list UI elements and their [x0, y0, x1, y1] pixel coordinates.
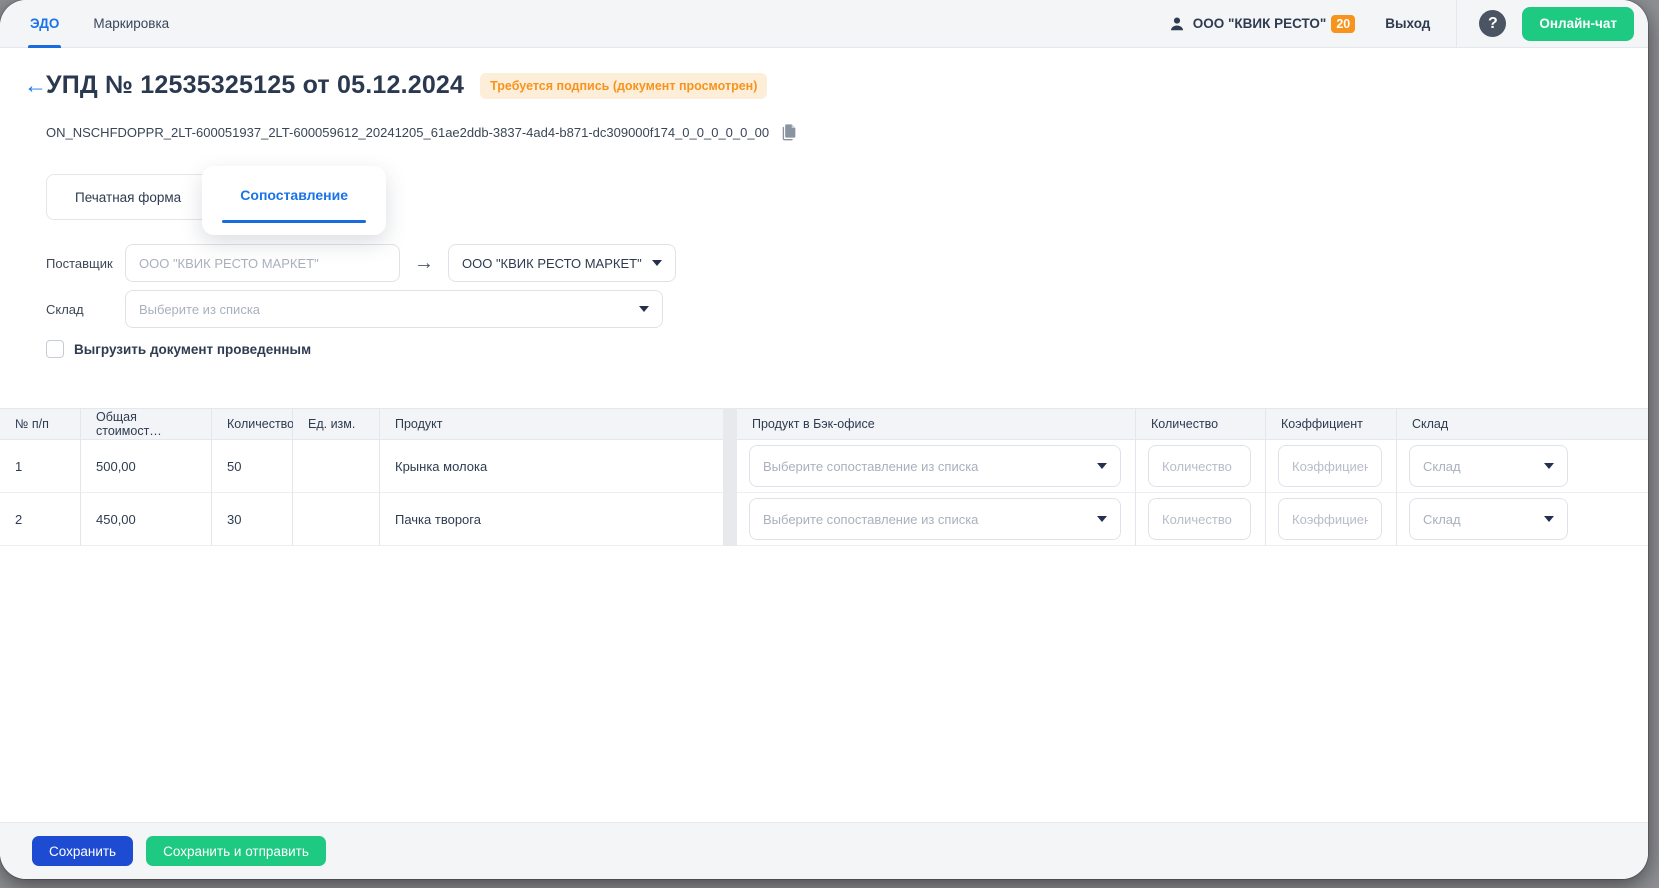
chevron-down-icon — [1544, 463, 1554, 469]
row-qty-cell — [1136, 493, 1266, 546]
save-button[interactable]: Сохранить — [32, 836, 133, 866]
app-window: ЭДО Маркировка ООО "КВИК РЕСТО" 20 Выход… — [0, 0, 1648, 879]
row-total: 500,00 — [81, 440, 212, 493]
col-header-warehouse: Склад — [1397, 408, 1648, 440]
coefficient-input[interactable] — [1278, 445, 1382, 487]
online-chat-button[interactable]: Онлайн-чат — [1522, 7, 1634, 41]
save-and-send-button[interactable]: Сохранить и отправить — [146, 836, 326, 866]
help-icon[interactable]: ? — [1479, 10, 1506, 37]
row-num: 1 — [0, 440, 81, 493]
logout-button[interactable]: Выход — [1385, 16, 1430, 31]
mapping-form: Поставщик ООО "КВИК РЕСТО МАРКЕТ" → ООО … — [46, 244, 1648, 328]
col-header-backoffice-product: Продукт в Бэк-офисе — [737, 408, 1136, 440]
col-header-coefficient: Коэффициент — [1266, 408, 1397, 440]
warehouse-row: Склад Выберите из списка — [46, 290, 1648, 328]
row-qty: 50 — [212, 440, 293, 493]
col-header-qty: Количество — [212, 408, 293, 440]
col-header-unit: Ед. изм. — [293, 408, 380, 440]
topbar-right: ООО "КВИК РЕСТО" 20 Выход ? Онлайн-чат — [1168, 0, 1634, 48]
nav-tab-edo[interactable]: ЭДО — [30, 0, 59, 48]
row-coef-cell — [1266, 493, 1397, 546]
quantity-input[interactable] — [1148, 445, 1251, 487]
col-header-backoffice-qty: Количество — [1136, 408, 1266, 440]
row-total: 450,00 — [81, 493, 212, 546]
row-num: 2 — [0, 493, 81, 546]
row-qty-cell — [1136, 440, 1266, 493]
chevron-down-icon — [652, 260, 662, 266]
table-gap — [723, 440, 737, 493]
row-unit — [293, 493, 380, 546]
warehouse-row-placeholder: Склад — [1423, 459, 1461, 474]
row-mapping-cell: Выберите сопоставление из списка — [737, 440, 1136, 493]
chevron-down-icon — [1097, 516, 1107, 522]
supplier-input[interactable]: ООО "КВИК РЕСТО МАРКЕТ" — [125, 244, 400, 282]
back-arrow-icon[interactable]: ← — [24, 74, 46, 97]
chevron-down-icon — [1097, 463, 1107, 469]
row-unit — [293, 440, 380, 493]
warehouse-row-select[interactable]: Склад — [1409, 498, 1568, 540]
tab-mapping[interactable]: Сопоставление — [202, 166, 386, 235]
col-header-product: Продукт — [380, 408, 723, 440]
warehouse-select[interactable]: Выберите из списка — [125, 290, 663, 328]
warehouse-row-select[interactable]: Склад — [1409, 445, 1568, 487]
table-gap — [723, 408, 737, 440]
mapping-placeholder: Выберите сопоставление из списка — [763, 512, 978, 527]
product-mapping-select[interactable]: Выберите сопоставление из списка — [749, 445, 1121, 487]
warehouse-row-placeholder: Склад — [1423, 512, 1461, 527]
supplier-source-value: ООО "КВИК РЕСТО МАРКЕТ" — [139, 256, 319, 271]
col-header-num: № п/п — [0, 408, 81, 440]
nav-tab-markirovka[interactable]: Маркировка — [93, 0, 169, 48]
posted-checkbox-label: Выгрузить документ проведенным — [74, 342, 311, 357]
posted-checkbox[interactable] — [46, 340, 64, 358]
status-badge: Требуется подпись (документ просмотрен) — [480, 73, 767, 99]
row-coef-cell — [1266, 440, 1397, 493]
mapping-placeholder: Выберите сопоставление из списка — [763, 459, 978, 474]
warehouse-label: Склад — [46, 302, 125, 317]
document-id: ON_NSCHFDOPPR_2LT-600051937_2LT-60005961… — [46, 125, 769, 140]
mapping-arrow-icon: → — [414, 252, 434, 275]
row-warehouse-cell: Склад — [1397, 493, 1648, 546]
row-product: Пачка творога — [380, 493, 723, 546]
col-header-total: Общая стоимост… — [81, 408, 212, 440]
tab-print-form[interactable]: Печатная форма — [46, 174, 210, 220]
row-qty: 30 — [212, 493, 293, 546]
mapping-table: № п/п Общая стоимост… Количество Ед. изм… — [0, 408, 1648, 546]
coefficient-input[interactable] — [1278, 498, 1382, 540]
page-title: УПД № 12535325125 от 05.12.2024 — [46, 71, 464, 100]
row-product: Крынка молока — [380, 440, 723, 493]
chevron-down-icon — [639, 306, 649, 312]
chevron-down-icon — [1544, 516, 1554, 522]
account-name: ООО "КВИК РЕСТО" — [1193, 16, 1327, 31]
row-warehouse-cell: Склад — [1397, 440, 1648, 493]
account-switcher[interactable]: ООО "КВИК РЕСТО" 20 — [1168, 15, 1355, 33]
supplier-mapped-value: ООО "КВИК РЕСТО МАРКЕТ" — [462, 256, 642, 271]
warehouse-placeholder: Выберите из списка — [139, 302, 260, 317]
docid-row: ON_NSCHFDOPPR_2LT-600051937_2LT-60005961… — [46, 123, 1648, 141]
row-mapping-cell: Выберите сопоставление из списка — [737, 493, 1136, 546]
account-badge: 20 — [1331, 15, 1355, 33]
user-icon — [1168, 15, 1186, 33]
product-mapping-select[interactable]: Выберите сопоставление из списка — [749, 498, 1121, 540]
title-row: ← УПД № 12535325125 от 05.12.2024 Требуе… — [24, 71, 1648, 100]
topbar-divider — [1456, 0, 1457, 48]
quantity-input[interactable] — [1148, 498, 1251, 540]
copy-icon[interactable] — [781, 123, 798, 141]
document-tabs: Печатная форма Сопоставление — [46, 166, 1648, 236]
posted-checkbox-row: Выгрузить документ проведенным — [46, 340, 1648, 358]
top-navbar: ЭДО Маркировка ООО "КВИК РЕСТО" 20 Выход… — [0, 0, 1648, 48]
footer-bar: Сохранить Сохранить и отправить — [0, 822, 1648, 879]
table-gap — [723, 493, 737, 546]
supplier-mapped-select[interactable]: ООО "КВИК РЕСТО МАРКЕТ" — [448, 244, 676, 282]
supplier-label: Поставщик — [46, 256, 125, 271]
supplier-row: Поставщик ООО "КВИК РЕСТО МАРКЕТ" → ООО … — [46, 244, 1648, 282]
